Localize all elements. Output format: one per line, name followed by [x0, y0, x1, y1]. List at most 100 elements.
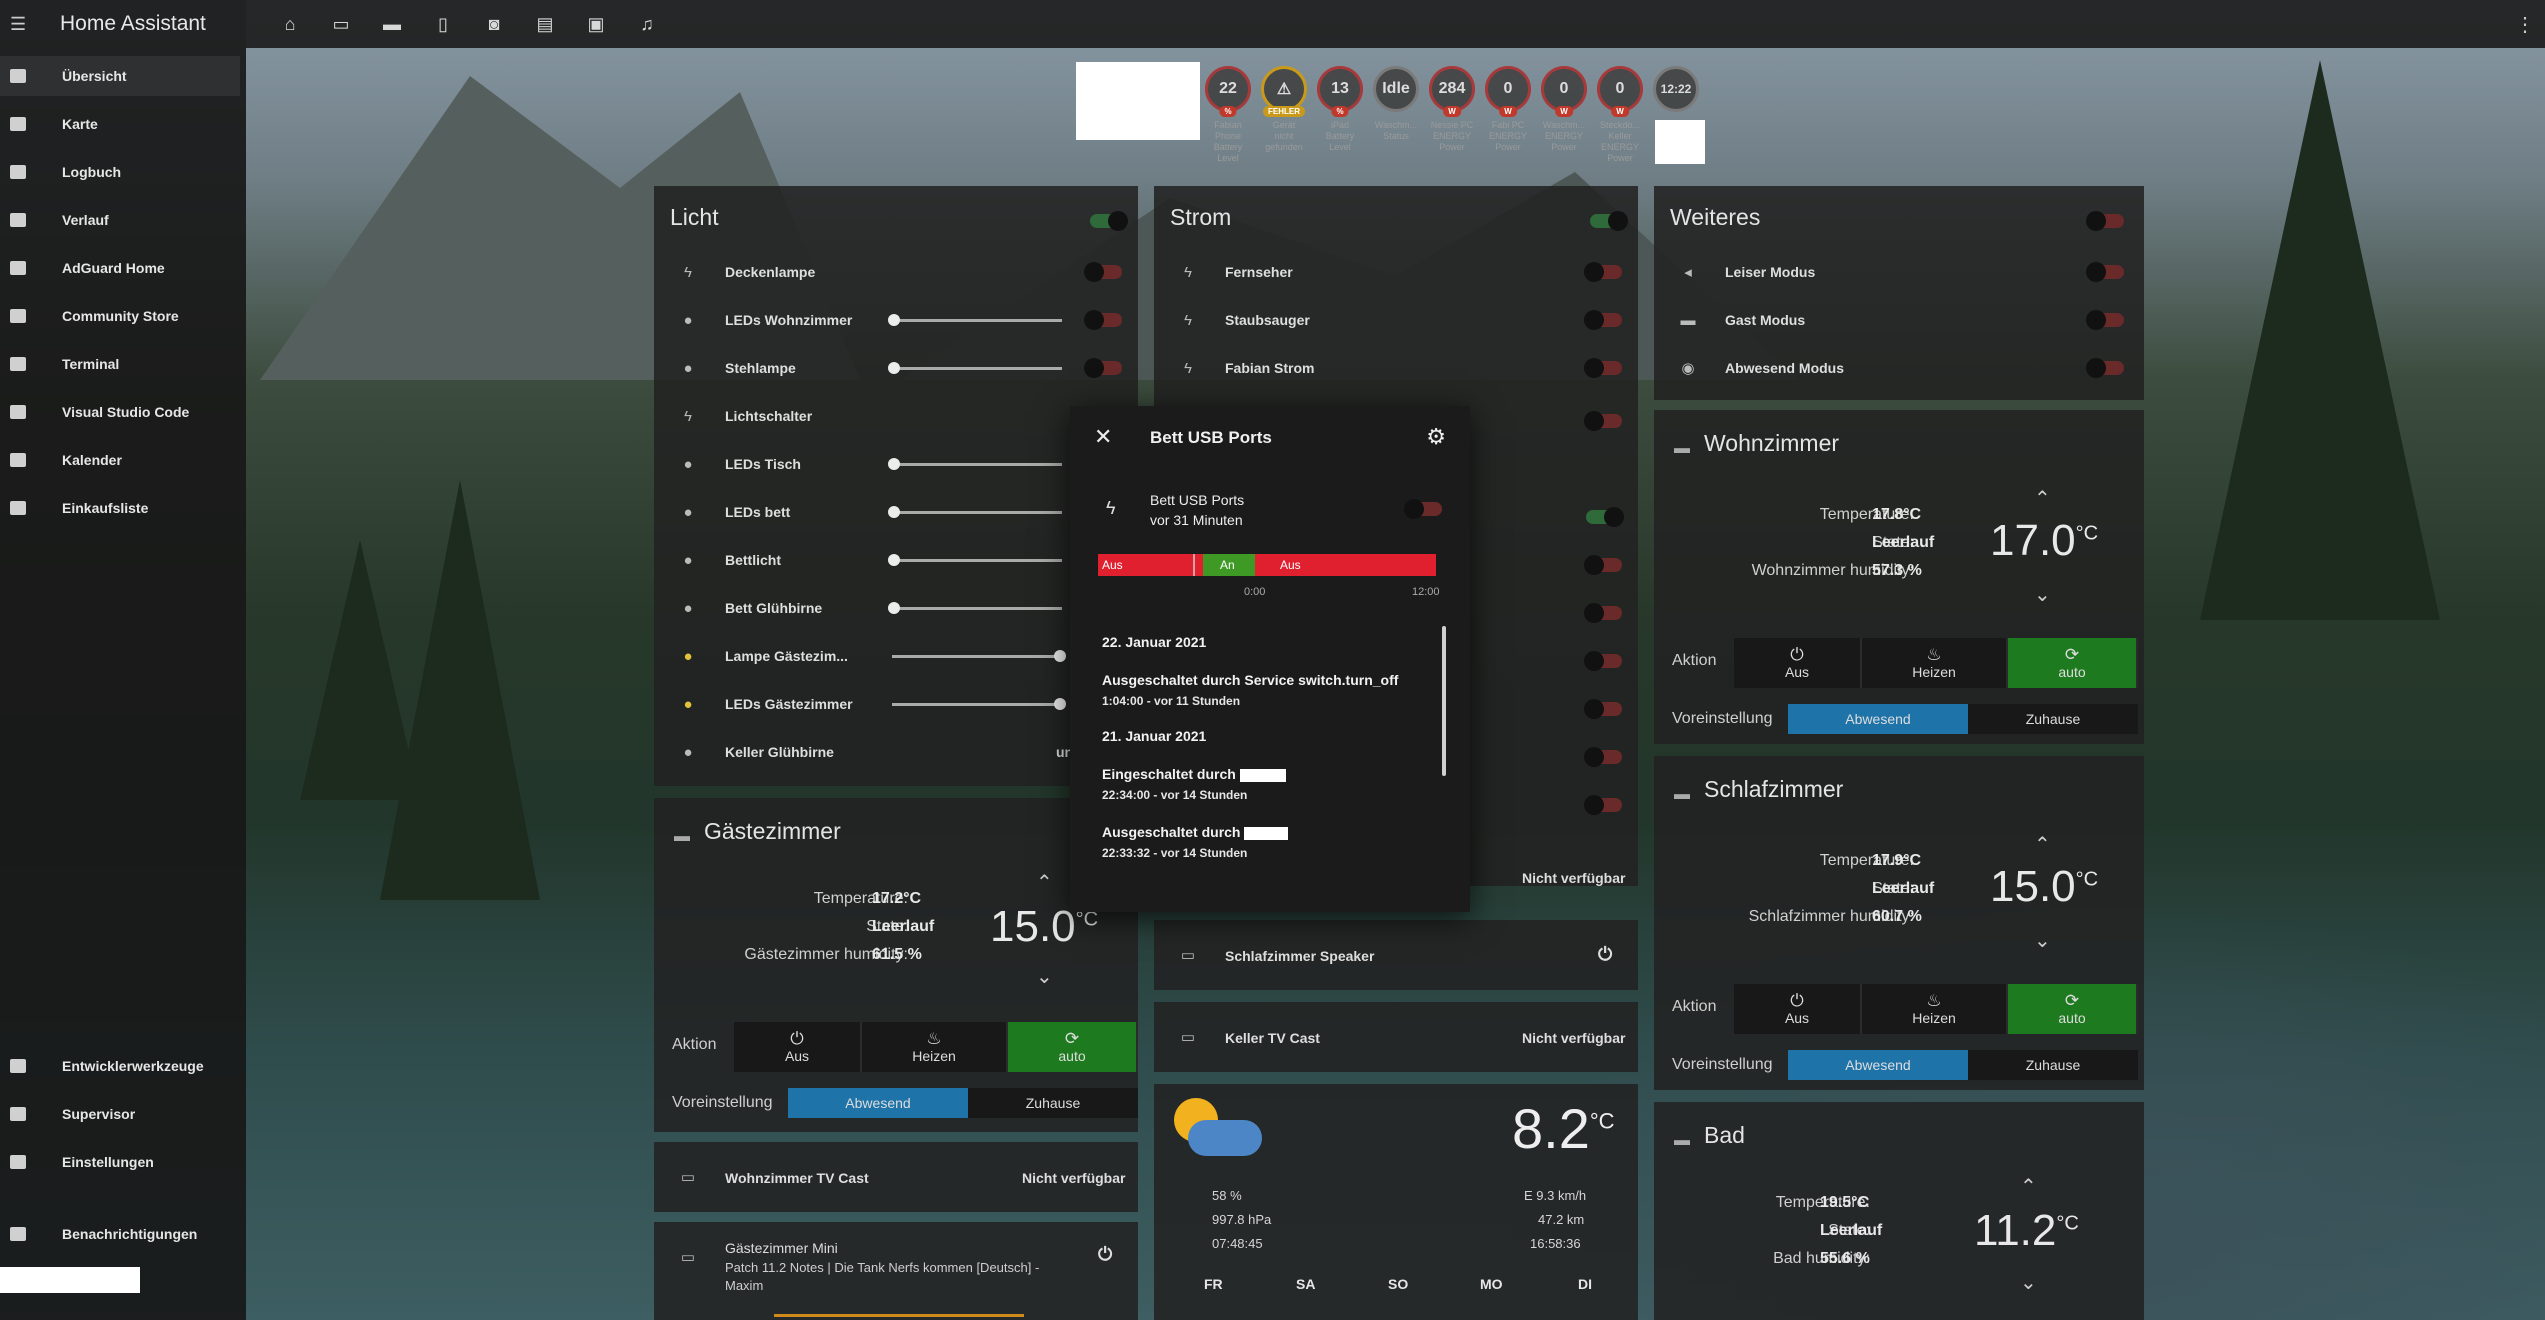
preset-abwesend[interactable]: Abwesend: [1788, 704, 1968, 734]
brightness-slider[interactable]: [888, 313, 1062, 326]
media-row-keller-tv[interactable]: ▭ Keller TV Cast Nicht verfügbar: [1154, 1002, 1638, 1072]
toggle[interactable]: [1084, 310, 1122, 330]
entity-row[interactable]: ● Bett Glühbirne: [654, 584, 1138, 632]
washer-icon[interactable]: ◙: [483, 13, 505, 35]
toggle[interactable]: [2086, 358, 2124, 378]
sidebar-item-benachrichtigungen[interactable]: Benachrichtigungen: [0, 1214, 240, 1254]
media-row-speaker[interactable]: ▭ Schlafzimmer Speaker ⏻: [1154, 920, 1638, 990]
toggle[interactable]: [2086, 262, 2124, 282]
brightness-slider[interactable]: [888, 553, 1062, 566]
fridge-icon[interactable]: ▯: [432, 13, 454, 35]
more-icon[interactable]: ⋮: [2515, 12, 2535, 37]
hvac-auto-button[interactable]: ⟳ auto: [1008, 1022, 1138, 1072]
media-row-wz-tv[interactable]: ▭ Wohnzimmer TV Cast Nicht verfügbar: [654, 1142, 1138, 1212]
sidebar-item-community-store[interactable]: Community Store: [0, 296, 240, 336]
brightness-slider[interactable]: [888, 505, 1062, 518]
sidebar-item-uebersicht[interactable]: Übersicht: [0, 56, 240, 96]
sidebar-item-einkaufsliste[interactable]: Einkaufsliste: [0, 488, 240, 528]
chevron-down-icon[interactable]: ⌄: [2034, 928, 2051, 953]
hvac-off-button[interactable]: ⏻ Aus: [1734, 638, 1862, 688]
entity-row[interactable]: ● LEDs Gästezimmer: [654, 680, 1138, 728]
hvac-off-button[interactable]: ⏻ Aus: [734, 1022, 862, 1072]
entity-row[interactable]: ● LEDs Wohnzimmer: [654, 296, 1138, 344]
badge[interactable]: 0 W Fabi PC ENERGY Power: [1482, 66, 1534, 153]
sidebar-item-supervisor[interactable]: Supervisor: [0, 1094, 240, 1134]
chevron-down-icon[interactable]: ⌄: [2034, 582, 2051, 607]
toggle[interactable]: [1584, 555, 1622, 575]
preset-abwesend[interactable]: Abwesend: [1788, 1050, 1968, 1080]
toggle[interactable]: [1586, 507, 1624, 527]
home-icon[interactable]: ⌂: [279, 13, 301, 35]
header-toggle[interactable]: [2086, 211, 2124, 231]
entity-row[interactable]: ● Bettlicht: [654, 536, 1138, 584]
entity-row[interactable]: ● LEDs bett: [654, 488, 1138, 536]
toggle[interactable]: [1584, 310, 1622, 330]
hvac-heat-button[interactable]: ♨ Heizen: [862, 1022, 1008, 1072]
brightness-slider[interactable]: [892, 697, 1066, 710]
entity-row[interactable]: ● Lampe Gästezim...: [654, 632, 1138, 680]
chevron-up-icon[interactable]: ⌃: [2034, 832, 2051, 857]
entity-row[interactable]: ϟ Fabian Strom: [1154, 344, 1638, 392]
toggle[interactable]: [1584, 699, 1622, 719]
toggle[interactable]: [1584, 411, 1622, 431]
badge[interactable]: 284 W Nessie PC ENERGY Power: [1426, 66, 1478, 153]
toggle[interactable]: [1584, 747, 1622, 767]
brightness-slider[interactable]: [888, 457, 1062, 470]
header-toggle[interactable]: [1090, 211, 1128, 231]
chevron-down-icon[interactable]: ⌄: [1036, 964, 1053, 989]
entity-row[interactable]: ● Stehlampe: [654, 344, 1138, 392]
badge[interactable]: Idle Waschm... Status: [1370, 66, 1422, 142]
preset-zuhause[interactable]: Zuhause: [968, 1088, 1138, 1118]
hvac-heat-button[interactable]: ♨ Heizen: [1862, 638, 2008, 688]
entity-row[interactable]: ◉ Abwesend Modus: [1654, 344, 2144, 392]
sidebar-item-entwicklerwerkzeuge[interactable]: Entwicklerwerkzeuge: [0, 1046, 240, 1086]
entity-row[interactable]: ● LEDs Tisch: [654, 440, 1138, 488]
power-icon[interactable]: ⏻: [1098, 1244, 1112, 1265]
chevron-up-icon[interactable]: ⌃: [2020, 1174, 2037, 1199]
close-icon[interactable]: ✕: [1094, 424, 1112, 450]
toggle[interactable]: [1584, 795, 1622, 815]
sidebar-item-adguard[interactable]: AdGuard Home: [0, 248, 240, 288]
volume-slider[interactable]: [774, 1314, 1024, 1317]
music-icon[interactable]: ♫: [636, 13, 658, 35]
entity-row[interactable]: ϟ Lichtschalter: [654, 392, 1138, 440]
toggle[interactable]: [1084, 358, 1122, 378]
entity-row[interactable]: ▬ Gast Modus: [1654, 296, 2144, 344]
weather-card[interactable]: 8.2°C 58 % 997.8 hPa 07:48:45 E 9.3 km/h…: [1154, 1084, 1638, 1320]
toggle[interactable]: [1404, 499, 1442, 519]
entity-row[interactable]: ϟ Fernseher: [1154, 248, 1638, 296]
sidebar-item-terminal[interactable]: Terminal: [0, 344, 240, 384]
entity-row[interactable]: ● Keller Glühbirne un: [654, 728, 1138, 776]
entity-row[interactable]: ◂ Leiser Modus: [1654, 248, 2144, 296]
sidebar-item-vscode[interactable]: Visual Studio Code: [0, 392, 240, 432]
scrollbar[interactable]: [1442, 626, 1446, 776]
history-timeline[interactable]: Aus An Aus: [1098, 554, 1436, 576]
entity-row[interactable]: ϟ Staubsauger: [1154, 296, 1638, 344]
preset-zuhause[interactable]: Zuhause: [1968, 1050, 2138, 1080]
badge[interactable]: 12:22: [1650, 66, 1702, 112]
hvac-auto-button[interactable]: ⟳ auto: [2008, 984, 2138, 1034]
toggle[interactable]: [1584, 262, 1622, 282]
sidebar-item-logbuch[interactable]: Logbuch: [0, 152, 240, 192]
badge[interactable]: ⚠ FEHLER Gerät nicht gefunden: [1258, 66, 1310, 153]
badge[interactable]: 0 W Waschm... ENERGY Power: [1538, 66, 1590, 153]
stove-icon[interactable]: ▤: [534, 13, 556, 35]
brightness-slider[interactable]: [888, 361, 1062, 374]
menu-icon[interactable]: ☰: [10, 14, 30, 35]
brightness-slider[interactable]: [888, 601, 1062, 614]
badge[interactable]: 22% Fabian Phone Battery Level: [1202, 66, 1254, 164]
hvac-heat-button[interactable]: ♨ Heizen: [1862, 984, 2008, 1034]
badge[interactable]: 13% iPad Battery Level: [1314, 66, 1366, 153]
monitor-icon[interactable]: ▭: [330, 13, 352, 35]
sidebar-item-kalender[interactable]: Kalender: [0, 440, 240, 480]
toggle[interactable]: [1584, 651, 1622, 671]
toggle[interactable]: [2086, 310, 2124, 330]
toggle[interactable]: [1584, 603, 1622, 623]
toggle[interactable]: [1584, 358, 1622, 378]
chevron-up-icon[interactable]: ⌃: [2034, 486, 2051, 511]
sidebar-item-verlauf[interactable]: Verlauf: [0, 200, 240, 240]
media-player-gz-mini[interactable]: ▭ Gästezimmer Mini Patch 11.2 Notes | Di…: [654, 1222, 1138, 1320]
brightness-slider[interactable]: [892, 649, 1066, 662]
hvac-auto-button[interactable]: ⟳ auto: [2008, 638, 2138, 688]
server-icon[interactable]: ▣: [585, 13, 607, 35]
